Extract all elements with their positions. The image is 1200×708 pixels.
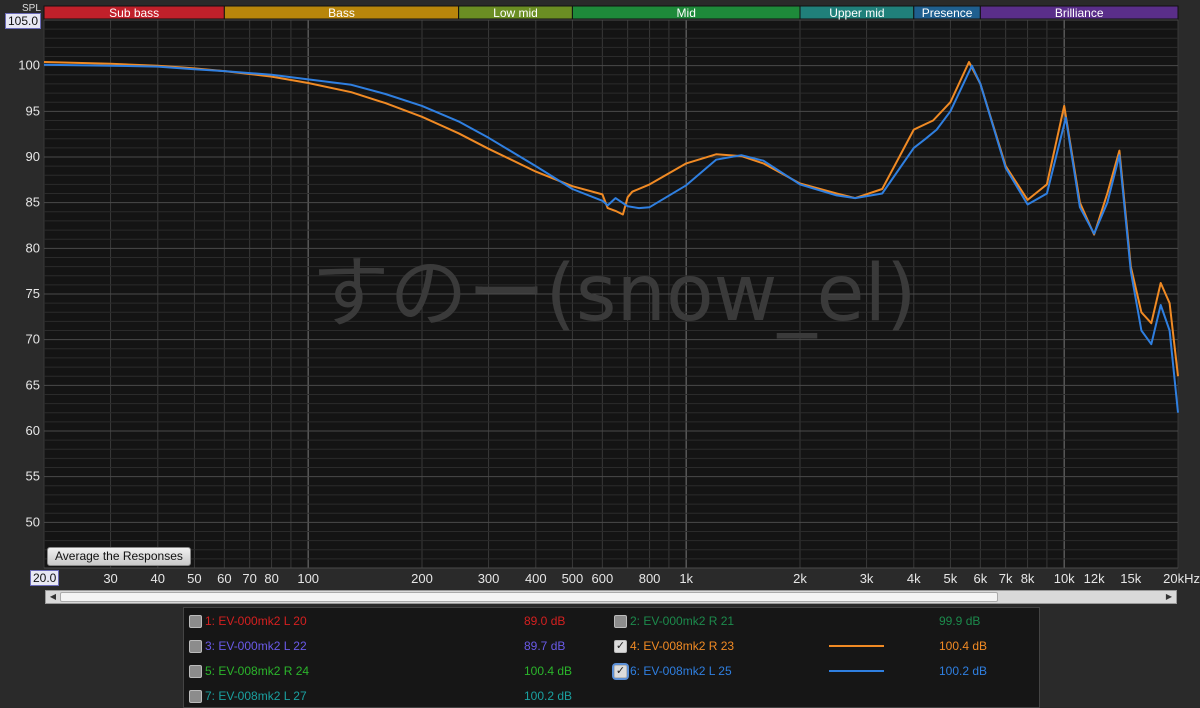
band-label: Brilliance — [1055, 6, 1104, 20]
legend-item-value: 100.2 dB — [524, 689, 573, 703]
x-tick-label: 4k — [907, 571, 921, 586]
y-tick-label: 55 — [26, 469, 40, 484]
y-max-input[interactable]: 105.0 — [5, 13, 42, 29]
band-label: Upper mid — [829, 6, 884, 20]
legend-item-label: 6: EV-008mk2 L 25 — [630, 664, 732, 678]
legend-item-value: 100.4 dB — [524, 664, 573, 678]
x-tick-label: 500 — [562, 571, 584, 586]
x-tick-label: 8k — [1021, 571, 1035, 586]
legend-item-label: 5: EV-008mk2 R 24 — [205, 664, 310, 678]
frequency-band-bar: Sub bass Bass Low mid Mid Upper mid Presence B… — [43, 5, 1179, 20]
x-tick-label: 600 — [592, 571, 614, 586]
legend-item-value: 89.7 dB — [524, 639, 566, 653]
legend-item: 7: EV-008mk2 L 27 100.2 dB — [184, 685, 604, 707]
y-tick-label: 70 — [26, 332, 40, 347]
x-tick-label: 50 — [187, 571, 201, 586]
x-tick-label: 80 — [264, 571, 278, 586]
legend-item-value: 100.4 dB — [939, 639, 988, 653]
band-label: Mid — [677, 6, 696, 20]
x-tick-label: 200 — [411, 571, 433, 586]
scroll-right-icon[interactable]: ▶ — [1162, 591, 1176, 603]
checkbox[interactable] — [189, 615, 202, 628]
legend-item: 3: EV-000mk2 L 22 89.7 dB — [184, 635, 604, 657]
y-tick-label: 50 — [26, 514, 40, 529]
legend-item: 2: EV-000mk2 R 21 99.9 dB — [609, 610, 1029, 632]
band-label: Bass — [328, 6, 355, 20]
legend-item: 5: EV-008mk2 R 24 100.4 dB — [184, 660, 604, 682]
checkbox[interactable] — [189, 690, 202, 703]
x-tick-label: 10k — [1054, 571, 1075, 586]
legend-item-label: 7: EV-008mk2 L 27 — [205, 689, 307, 703]
y-tick-label: 80 — [26, 240, 40, 255]
x-tick-label: 3k — [860, 571, 874, 586]
scroll-left-icon[interactable]: ◀ — [46, 591, 60, 603]
watermark: すのー(snow_el) — [311, 249, 916, 339]
checkbox[interactable]: ✓ — [614, 665, 627, 678]
band-label: Presence — [922, 6, 973, 20]
x-tick-label: 40 — [151, 571, 165, 586]
frequency-response-chart: Sub bass Bass Low mid Mid Upper mid Presence B… — [18, 5, 1179, 586]
band-label: Low mid — [493, 6, 538, 20]
legend-item-label: 2: EV-000mk2 R 21 — [630, 614, 735, 628]
legend-item-value: 99.9 dB — [939, 614, 981, 628]
scroll-thumb[interactable] — [60, 592, 998, 602]
x-axis: 30 40 50 60 70 80 100 200 300 400 500 600 800 1k 2k 3k 4… — [103, 571, 1141, 586]
y-tick-label: 90 — [26, 149, 40, 164]
y-axis: 50 55 60 65 70 75 80 85 90 95 100 — [18, 58, 40, 530]
checkbox[interactable]: ✓ — [614, 640, 627, 653]
legend-swatch — [829, 670, 884, 672]
legend-panel: 1: EV-000mk2 L 20 89.0 dB 2: EV-000mk2 R… — [183, 607, 1040, 708]
x-tick-label: 6k — [973, 571, 987, 586]
x-tick-label: 60 — [217, 571, 231, 586]
checkbox[interactable] — [189, 665, 202, 678]
x-tick-label: 1k — [679, 571, 693, 586]
x-tick-label: 70 — [242, 571, 256, 586]
checkbox[interactable] — [189, 640, 202, 653]
y-tick-label: 95 — [26, 103, 40, 118]
band-label: Sub bass — [109, 6, 159, 20]
average-responses-button[interactable]: Average the Responses — [47, 547, 191, 566]
y-tick-label: 85 — [26, 195, 40, 210]
x-tick-label: 400 — [525, 571, 547, 586]
legend-item-label: 3: EV-000mk2 L 22 — [205, 639, 307, 653]
x-tick-label: 30 — [103, 571, 117, 586]
x-tick-label: 2k — [793, 571, 807, 586]
x-tick-label: 7k — [999, 571, 1013, 586]
x-tick-label: 300 — [478, 571, 500, 586]
legend-item: 1: EV-000mk2 L 20 89.0 dB — [184, 610, 604, 632]
legend-item: ✓ 6: EV-008mk2 L 25 100.2 dB — [609, 660, 1029, 682]
legend-item-value: 89.0 dB — [524, 614, 566, 628]
x-tick-label: 15k — [1120, 571, 1141, 586]
legend-item-value: 100.2 dB — [939, 664, 988, 678]
legend-item: ✓ 4: EV-008mk2 R 23 100.4 dB — [609, 635, 1029, 657]
legend-swatch — [829, 645, 884, 647]
x-axis-max-label: 20kHz — [1163, 571, 1200, 586]
horizontal-scrollbar[interactable]: ◀ ▶ — [45, 590, 1177, 604]
checkbox[interactable] — [614, 615, 627, 628]
y-tick-label: 75 — [26, 286, 40, 301]
x-tick-label: 12k — [1084, 571, 1105, 586]
y-tick-label: 60 — [26, 423, 40, 438]
y-tick-label: 100 — [18, 58, 40, 73]
legend-item-label: 4: EV-008mk2 R 23 — [630, 639, 735, 653]
x-tick-label: 800 — [639, 571, 661, 586]
x-min-input[interactable]: 20.0 — [30, 570, 60, 586]
x-tick-label: 5k — [944, 571, 958, 586]
y-tick-label: 65 — [26, 377, 40, 392]
legend-item-label: 1: EV-000mk2 L 20 — [205, 614, 307, 628]
x-tick-label: 100 — [297, 571, 319, 586]
